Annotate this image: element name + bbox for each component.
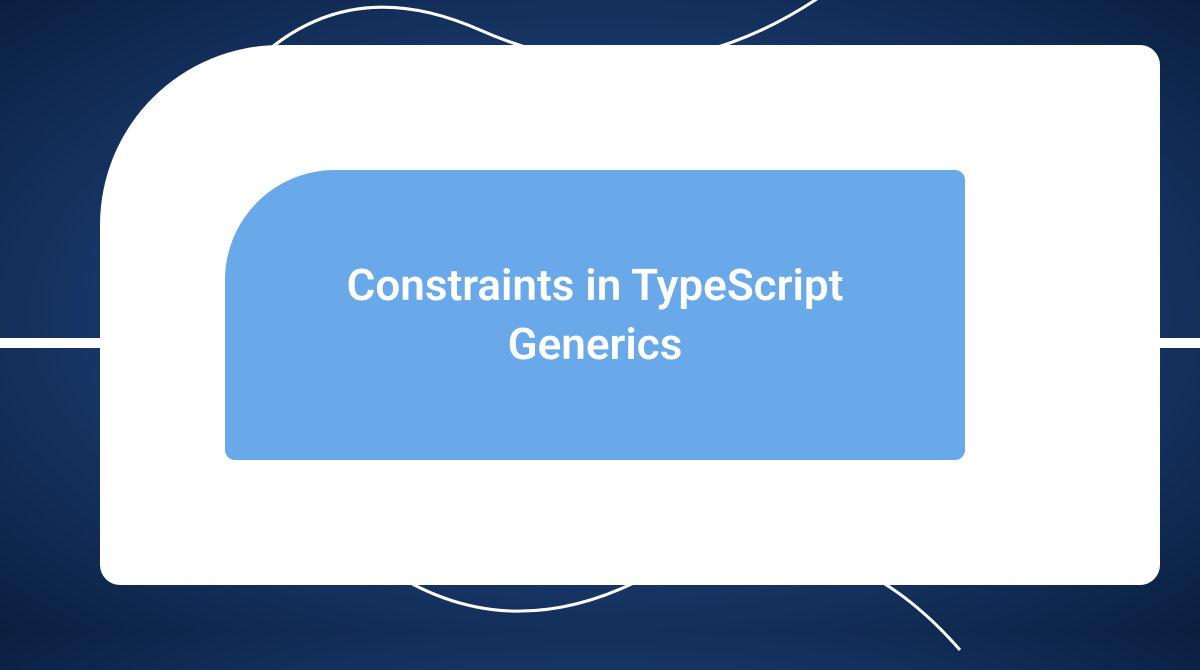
- banner-title: Constraints in TypeScript Generics: [285, 256, 905, 375]
- decorative-line-right: [1160, 338, 1200, 348]
- inner-card: Constraints in TypeScript Generics: [225, 170, 965, 460]
- decorative-line-left: [0, 338, 100, 348]
